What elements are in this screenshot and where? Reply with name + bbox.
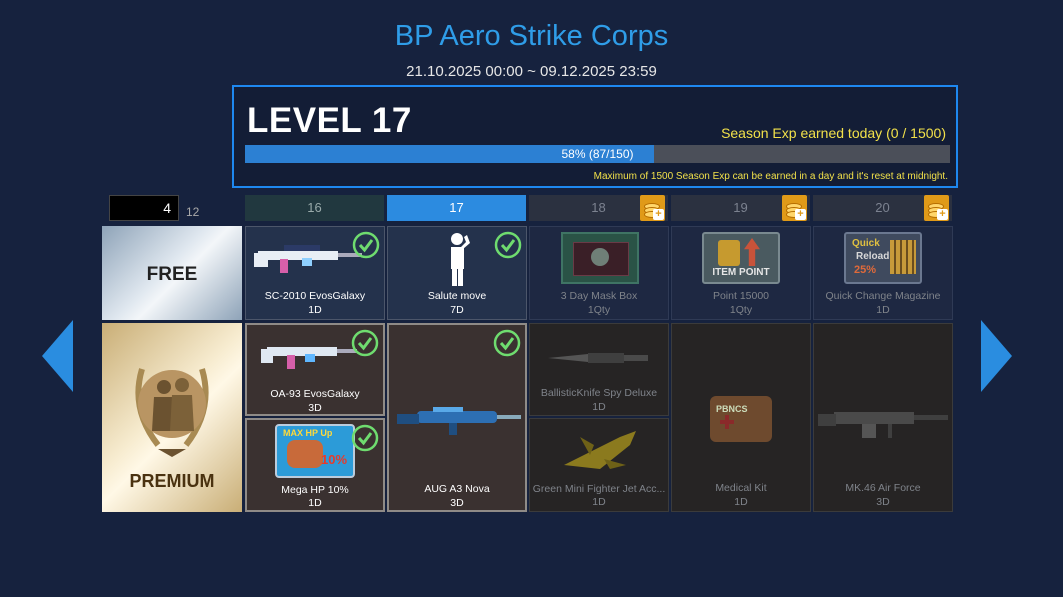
free-reward-19[interactable]: ITEM POINT Point 15000 1Qty (671, 226, 811, 320)
level-tab-17[interactable]: 17 (387, 195, 526, 221)
reward-name: Green Mini Fighter Jet Acc... (532, 483, 666, 495)
premium-row-label: PREMIUM (102, 323, 242, 512)
jet-icon (564, 431, 636, 469)
claimed-check-icon (493, 329, 521, 357)
level-tab-label: 16 (307, 200, 322, 215)
free-row-label: FREE (102, 226, 242, 320)
free-label: FREE (146, 264, 198, 285)
rifle-icon (397, 407, 521, 435)
exp-progress-text: 58% (87/150) (561, 147, 634, 161)
level-tab-19[interactable]: 19 + (671, 195, 810, 221)
next-page-arrow-icon[interactable] (980, 320, 1012, 392)
item-point-icon: ITEM POINT (702, 232, 780, 284)
page-number-input[interactable]: 4 (109, 195, 179, 221)
free-reward-20[interactable]: Quick Reload 25% Quick Change Magazine 1… (813, 226, 953, 320)
reward-duration: 3D (308, 402, 322, 414)
buy-level-coin-button[interactable]: + (924, 195, 949, 221)
season-dates: 21.10.2025 00:00 ~ 09.12.2025 23:59 (406, 63, 657, 80)
hp-art-pct: 10% (321, 452, 348, 467)
reward-name: Medical Kit (715, 482, 767, 494)
rifle-icon (254, 245, 362, 273)
quick-reload-icon: Quick Reload 25% (844, 232, 922, 284)
soldier-wreath-icon (135, 368, 209, 457)
reward-duration: 3D (876, 496, 890, 508)
exp-today-text: Season Exp earned today (0 / 1500) (721, 125, 946, 141)
reward-name: OA-93 EvosGalaxy (270, 388, 360, 400)
level-label: LEVEL 17 (247, 101, 412, 140)
free-reward-18[interactable]: 3 Day Mask Box 1Qty (529, 226, 669, 320)
medkit-art-text: PBNCS (716, 404, 748, 414)
level-panel: LEVEL 17 Season Exp earned today (0 / 15… (232, 85, 958, 188)
salute-icon (451, 233, 470, 286)
level-tab-16[interactable]: 16 (245, 195, 384, 221)
premium-reward-20[interactable]: MK.46 Air Force 3D (813, 323, 953, 512)
exp-note: Maximum of 1500 Season Exp can be earned… (593, 171, 948, 182)
free-reward-16[interactable]: SC-2010 EvosGalaxy 1D (245, 226, 385, 320)
premium-reward-18b[interactable]: Green Mini Fighter Jet Acc... 1D (529, 418, 669, 512)
reward-duration: 1D (308, 497, 322, 509)
reward-name: SC-2010 EvosGalaxy (264, 290, 366, 302)
claimed-check-icon (351, 424, 379, 452)
reward-name: AUG A3 Nova (424, 483, 490, 495)
page-total: 12 (186, 205, 200, 219)
reward-name: Salute move (427, 290, 487, 302)
reload-art-text: Reload (856, 251, 890, 262)
reward-name: Quick Change Magazine (825, 290, 941, 302)
rifle-icon (261, 347, 357, 369)
max-hp-icon: MAX HP Up 10% (275, 424, 355, 478)
level-tab-label: 20 (875, 200, 890, 215)
reward-duration: 1D (592, 496, 606, 508)
level-tab-18[interactable]: 18 + (529, 195, 668, 221)
reward-name: Point 15000 (712, 290, 770, 302)
previous-page-arrow-icon[interactable] (42, 320, 74, 392)
free-reward-17[interactable]: Salute move 7D (387, 226, 527, 320)
reward-duration: 3D (450, 497, 464, 509)
reward-duration: 1Qty (729, 304, 753, 316)
buy-level-coin-button[interactable]: + (782, 195, 807, 221)
reward-duration: 1Qty (587, 304, 611, 316)
page-title: BP Aero Strike Corps (394, 20, 669, 52)
reward-name: Mega HP 10% (281, 484, 349, 496)
reward-duration: 1D (308, 304, 322, 316)
hp-art-text: MAX HP Up (283, 428, 333, 438)
item-point-text: ITEM POINT (712, 267, 770, 278)
premium-reward-16b[interactable]: MAX HP Up 10% Mega HP 10% 1D (245, 418, 385, 512)
reward-name: 3 Day Mask Box (560, 290, 638, 302)
reward-duration: 1D (734, 496, 748, 508)
premium-reward-17[interactable]: AUG A3 Nova 3D (387, 323, 527, 512)
reward-duration: 1D (592, 401, 606, 413)
claimed-check-icon (494, 231, 522, 259)
level-tab-label: 18 (591, 200, 606, 215)
claimed-check-icon (351, 329, 379, 357)
reload-art-pct: 25% (854, 264, 877, 276)
premium-reward-18a[interactable]: BallisticKnife Spy Deluxe 1D (529, 323, 669, 416)
machine-gun-icon (818, 412, 948, 438)
reward-duration: 1D (876, 304, 890, 316)
reload-art-text: Quick (852, 238, 880, 249)
claimed-check-icon (352, 231, 380, 259)
exp-progress-bar: 58% (87/150) (245, 145, 950, 163)
reward-duration: 7D (450, 304, 464, 316)
medical-kit-icon: PBNCS (710, 396, 772, 442)
premium-reward-19[interactable]: PBNCS Medical Kit 1D (671, 323, 811, 512)
level-tab-20[interactable]: 20 + (813, 195, 952, 221)
premium-reward-16a[interactable]: OA-93 EvosGalaxy 3D (245, 323, 385, 416)
knife-icon (548, 353, 648, 363)
level-tab-label: 19 (733, 200, 748, 215)
mask-box-icon (561, 232, 639, 284)
premium-label: PREMIUM (129, 471, 215, 491)
reward-name: MK.46 Air Force (845, 482, 921, 494)
reward-name: BallisticKnife Spy Deluxe (540, 387, 658, 399)
level-tab-label: 17 (449, 200, 464, 215)
buy-level-coin-button[interactable]: + (640, 195, 665, 221)
